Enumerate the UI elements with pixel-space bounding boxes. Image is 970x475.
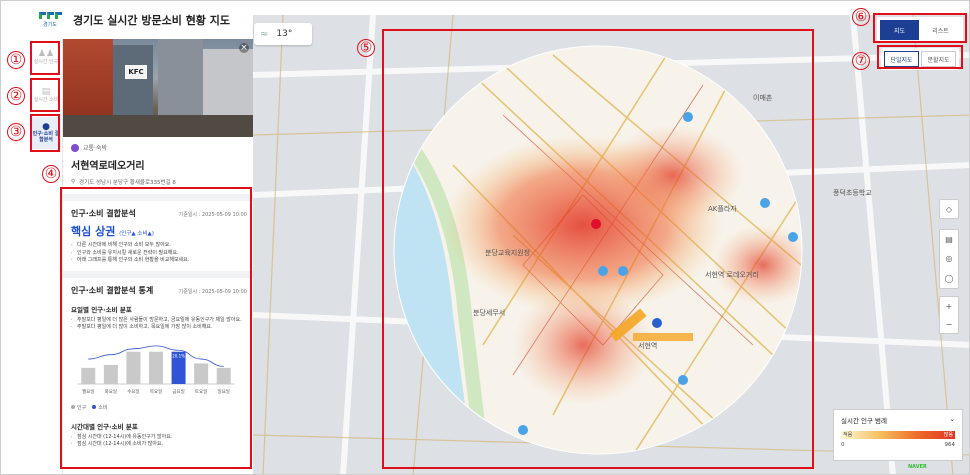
annotation-number-3: ③ bbox=[7, 123, 25, 141]
category-icon bbox=[71, 143, 79, 152]
legend-title: 실시간 인구 범례 bbox=[841, 417, 887, 425]
annotation-number-1: ① bbox=[7, 51, 25, 69]
gyeonggi-logo[interactable]: 경기도 bbox=[35, 7, 65, 33]
app-header: 경기도 경기도 실시간 방문소비 현황 지도 bbox=[1, 1, 253, 39]
temperature-value: 13° bbox=[276, 29, 293, 39]
zoom-in-icon[interactable]: + bbox=[946, 302, 953, 311]
layer-button[interactable]: ◇ bbox=[939, 199, 959, 219]
legend-max: 964 bbox=[944, 442, 956, 448]
logo-text: 경기도 bbox=[43, 22, 57, 28]
logo-mark-icon bbox=[38, 12, 62, 19]
ruler-icon[interactable]: ▤ bbox=[945, 235, 953, 244]
photo-sign: KFC bbox=[125, 65, 147, 79]
annotation-box-5 bbox=[382, 29, 814, 469]
annotation-box-2 bbox=[30, 78, 60, 112]
category-label: 교통·숙박 bbox=[83, 145, 107, 152]
place-category: 교통·숙박 bbox=[71, 143, 245, 152]
place-name: 서현역로데오거리 bbox=[71, 161, 145, 172]
legend-high-label: 많음 bbox=[943, 432, 953, 438]
annotation-box-3 bbox=[30, 114, 60, 152]
place-photo: KFC × bbox=[63, 39, 253, 137]
address-text: 경기도 성남시 분당구 황새울로335번길 8 bbox=[79, 180, 176, 186]
population-legend: 실시간 인구 범례 ⌄ 적음 많음 0 964 bbox=[833, 409, 963, 461]
page-title: 경기도 실시간 방문소비 현황 지도 bbox=[73, 14, 230, 27]
annotation-number-2: ② bbox=[7, 87, 25, 105]
measure-toolbar: ▤ ◎ ◯ bbox=[939, 229, 959, 289]
annotation-number-5: ⑤ bbox=[357, 39, 375, 57]
zoom-control: + − bbox=[939, 296, 959, 334]
collapse-chevron-icon[interactable]: ⌄ bbox=[950, 415, 955, 425]
app-window: 경기도 경기도 실시간 방문소비 현황 지도 ♟♟ 실시간 인구 ▤ 실시간 소… bbox=[0, 0, 970, 475]
annotation-number-6: ⑥ bbox=[852, 8, 870, 26]
annotation-number-7: ⑦ bbox=[852, 52, 870, 70]
annotation-box-6 bbox=[873, 13, 967, 43]
location-pin-icon: ⚲ bbox=[71, 179, 76, 185]
legend-low-label: 적음 bbox=[843, 432, 853, 438]
annotation-box-1 bbox=[30, 41, 60, 75]
place-info: 교통·숙박 서현역로데오거리 ⚲ 경기도 성남시 분당구 황새울로335번길 8 bbox=[63, 137, 253, 186]
close-icon[interactable]: × bbox=[239, 43, 249, 53]
map-attribution: NAVER bbox=[908, 464, 927, 470]
legend-gradient: 적음 많음 bbox=[841, 431, 955, 439]
legend-min: 0 bbox=[841, 442, 845, 448]
layers-icon: ◇ bbox=[945, 204, 953, 214]
radius-icon[interactable]: ◯ bbox=[945, 274, 954, 283]
annotation-number-4: ④ bbox=[42, 165, 60, 183]
annotation-box-4 bbox=[60, 187, 252, 469]
area-icon[interactable]: ◎ bbox=[946, 254, 953, 263]
annotation-box-7 bbox=[877, 45, 963, 69]
place-address: ⚲ 경기도 성남시 분당구 황새울로335번길 8 bbox=[71, 178, 245, 186]
map-label-poi: 풍덕초등학교 bbox=[833, 188, 872, 197]
weather-wind-icon: ≈ bbox=[260, 28, 269, 40]
weather-widget: ≈ 13° bbox=[254, 23, 312, 45]
zoom-out-icon[interactable]: − bbox=[946, 320, 953, 329]
